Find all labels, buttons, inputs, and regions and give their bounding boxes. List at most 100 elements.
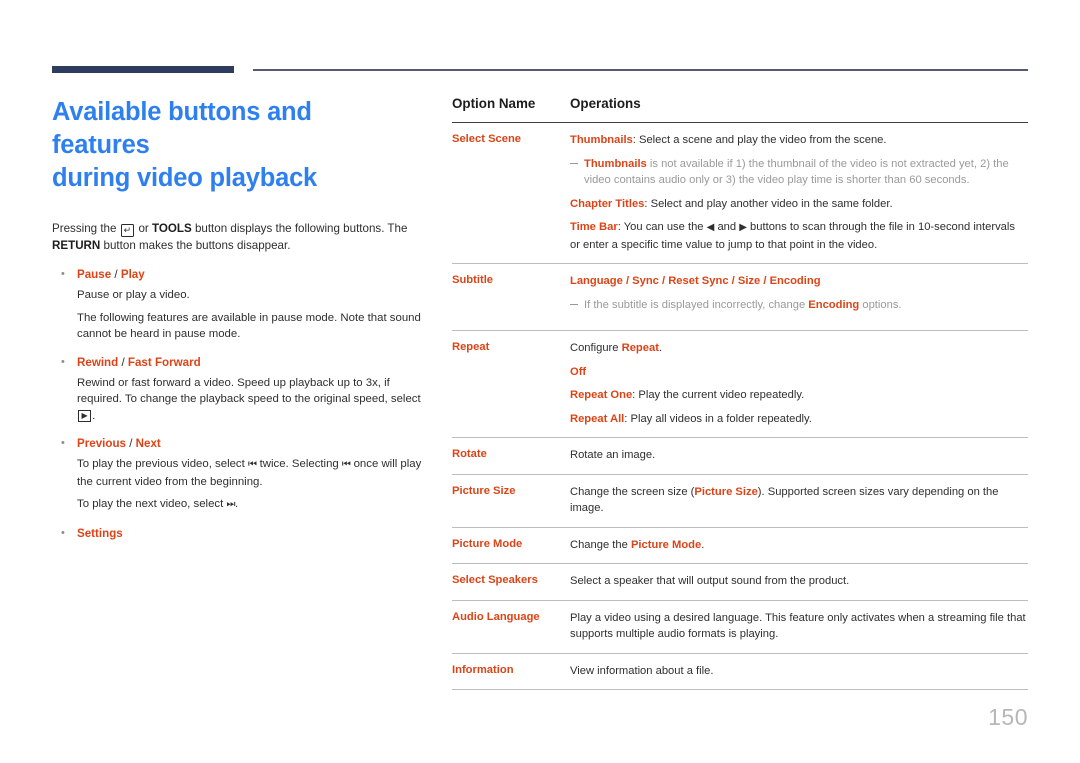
operation-text: Change the [570, 538, 631, 551]
emphasis-term: Time Bar [570, 221, 618, 233]
operation-text: : Select a scene and play the video from… [632, 134, 887, 146]
page-title-line2: during video playback [52, 164, 318, 192]
rewind-text-pre: Rewind or fast forward a video. Speed up… [77, 376, 421, 406]
emphasis-term: Chapter Titles [570, 197, 645, 210]
operation-line: Off [570, 364, 1028, 381]
feature-bullet-list: Pause / Play Pause or play a video. The … [52, 266, 432, 542]
prev-text-a-mid: twice. Selecting [256, 458, 342, 470]
intro-paragraph: Pressing the ↵ or TOOLS button displays … [52, 221, 412, 254]
row-option-name: Information [452, 663, 514, 676]
header-rule-accent [52, 66, 234, 73]
operation-text: . [658, 342, 663, 354]
emphasis-term: Repeat [621, 342, 659, 354]
operation-text: : Play all videos in a folder repeatedly… [624, 412, 812, 425]
emphasis-term: Encoding [808, 298, 860, 311]
left-column: Available buttons and features during vi… [52, 96, 432, 554]
row-operations: Select a speaker that will output sound … [570, 573, 1028, 590]
emphasis-term: Language / Sync / Reset Sync / Size / En… [570, 275, 821, 287]
bullet-heading-separator: / [118, 355, 128, 369]
row-option-name: Repeat [452, 341, 490, 353]
operation-line: Thumbnails: Select a scene and play the … [570, 132, 1028, 149]
rewind-text-post: . [92, 409, 96, 422]
operation-text: : You can use the [617, 221, 707, 233]
table-row: Select Speakers Select a speaker that wi… [452, 564, 1028, 601]
row-option-name: Picture Size [452, 484, 516, 497]
emphasis-term: Picture Size [694, 485, 758, 498]
tools-button-label: TOOLS [151, 222, 192, 235]
enter-key-icon: ↵ [120, 223, 135, 237]
row-operations: Configure Repeat. Off Repeat One: Play t… [570, 340, 1028, 427]
skip-forward-icon: ⏭ [226, 499, 235, 510]
bullet-heading-secondary: Play [120, 268, 145, 281]
bullet-body-line: Rewind or fast forward a video. Speed up… [52, 375, 432, 425]
play-button-icon: ▶ [78, 409, 92, 422]
operation-text: Change the screen size ( [570, 485, 695, 498]
row-operations: Thumbnails: Select a scene and play the … [570, 132, 1028, 253]
table-row: Audio Language Play a video using a desi… [452, 601, 1028, 654]
operation-line: Language / Sync / Reset Sync / Size / En… [570, 273, 1028, 290]
emphasis-term: Picture Mode [630, 538, 702, 551]
bullet-heading-primary: Rewind [77, 355, 119, 369]
bullet-heading-separator: / [111, 268, 121, 281]
bullet-body-line: To play the next video, select ⏭. [52, 496, 432, 514]
table-row: Repeat Configure Repeat. Off Repeat One:… [452, 331, 1028, 438]
emphasis-term: Thumbnails [584, 157, 647, 170]
bullet-heading-separator: / [125, 437, 136, 450]
operation-line: Rotate an image. [570, 449, 656, 461]
operation-note: If the subtitle is displayed incorrectly… [570, 297, 1028, 314]
header-rule-thin [253, 69, 1028, 71]
row-operations: Play a video using a desired language. T… [570, 610, 1028, 643]
bullet-heading-secondary: Next [135, 437, 161, 450]
operation-line: Play a video using a desired language. T… [570, 611, 1026, 641]
return-button-label: RETURN [52, 238, 101, 252]
emphasis-term: Repeat All [570, 412, 625, 425]
row-operations: Rotate an image. [570, 447, 1028, 464]
arrow-right-icon: ▶ [739, 222, 747, 233]
operation-text: : Select and play another video in the s… [644, 197, 893, 210]
table-row: Rotate Rotate an image. [452, 438, 1028, 475]
note-text: If the subtitle is displayed incorrectly… [584, 298, 809, 311]
bullet-heading-secondary: Fast Forward [127, 355, 201, 369]
row-operations: Change the Picture Mode. [570, 537, 1028, 554]
row-option-name: Picture Mode [452, 537, 523, 550]
bullet-heading: Previous / Next [52, 435, 432, 452]
operation-line: Change the Picture Mode. [570, 537, 1028, 554]
column-header-option-name: Option Name [452, 96, 536, 111]
emphasis-term: Off [570, 365, 587, 378]
emphasis-term: Thumbnails [570, 134, 633, 146]
operation-text: Configure [570, 342, 622, 354]
table-row: Subtitle Language / Sync / Reset Sync / … [452, 264, 1028, 331]
note-text: is not available if 1) the thumbnail of … [584, 157, 1009, 187]
row-operations: Language / Sync / Reset Sync / Size / En… [570, 273, 1028, 320]
table-header-row: Option Name Operations [452, 96, 1028, 122]
operation-line: Select a speaker that will output sound … [570, 575, 850, 587]
row-option-name: Audio Language [452, 610, 540, 623]
table-body: Select Scene Thumbnails: Select a scene … [452, 122, 1028, 690]
bullet-body-line: Pause or play a video. [77, 289, 190, 301]
row-option-name: Select Scene [452, 133, 522, 145]
row-option-name: Select Speakers [452, 574, 538, 586]
operation-line: Time Bar: You can use the ◀ and ▶ button… [570, 219, 1028, 253]
next-text-pre: To play the next video, select [77, 498, 227, 510]
intro-text-1: Pressing the [52, 222, 120, 235]
intro-text-4: button makes the buttons disappear. [100, 238, 291, 252]
table-row: Information View information about a fil… [452, 654, 1028, 690]
bullet-heading-primary: Previous [77, 437, 126, 450]
column-header-operations: Operations [570, 96, 641, 111]
page-number: 150 [988, 704, 1028, 730]
emphasis-term: Repeat One [570, 389, 633, 401]
bullet-heading-primary: Settings [77, 526, 123, 540]
table-row: Picture Size Change the screen size (Pic… [452, 475, 1028, 528]
page-title-line1: Available buttons and features [52, 98, 312, 159]
list-item: Previous / Next To play the previous vid… [52, 435, 432, 514]
operation-line: Repeat One: Play the current video repea… [570, 387, 1028, 404]
row-option-name: Subtitle [452, 274, 494, 286]
row-operations: View information about a file. [570, 663, 1028, 680]
document-page: Available buttons and features during vi… [0, 0, 1080, 763]
operation-line: View information about a file. [570, 664, 714, 677]
operation-text: and [714, 221, 740, 233]
next-text-post: . [234, 498, 239, 510]
operation-line: Chapter Titles: Select and play another … [570, 196, 1028, 213]
row-operations: Change the screen size (Picture Size). S… [570, 484, 1028, 517]
bullet-heading: Rewind / Fast Forward [52, 354, 432, 371]
